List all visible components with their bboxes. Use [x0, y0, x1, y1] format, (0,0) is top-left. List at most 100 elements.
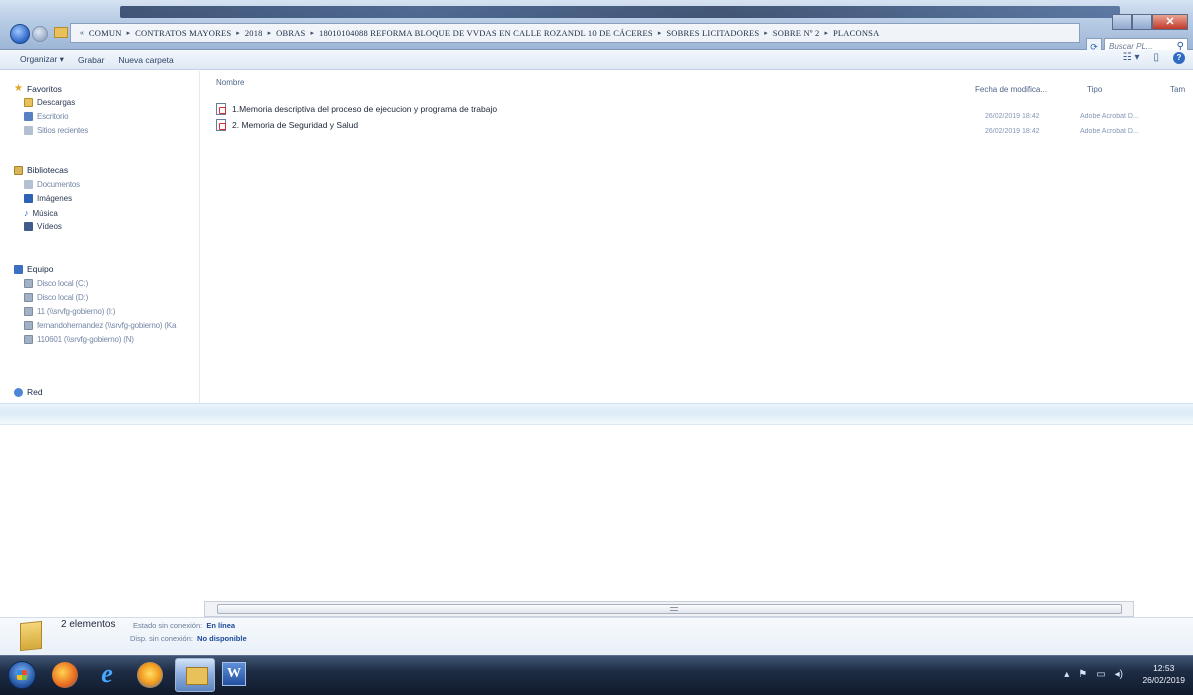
- browser-app-icon[interactable]: [52, 662, 78, 688]
- nav-drive-d[interactable]: Disco local (D:): [24, 293, 88, 302]
- network-drive-icon: [24, 321, 33, 330]
- navigation-pane: ★ Favoritos Descargas Escritorio Sitios …: [0, 71, 200, 403]
- file-type: Adobe Acrobat D...: [1080, 113, 1139, 120]
- internet-explorer-icon[interactable]: e: [94, 661, 120, 688]
- network-icon: [14, 387, 23, 397]
- column-header-modified[interactable]: Fecha de modifica...: [975, 85, 1047, 94]
- preview-pane-button[interactable]: ▯: [1153, 52, 1159, 64]
- scrollbar-thumb[interactable]: [217, 604, 1122, 614]
- chevron-right-icon[interactable]: ▸: [764, 29, 768, 37]
- minimize-button[interactable]: [1112, 14, 1132, 30]
- column-header-type[interactable]: Tipo: [1087, 85, 1102, 94]
- nav-drive-c[interactable]: Disco local (C:): [24, 279, 88, 288]
- word-icon[interactable]: W: [222, 662, 246, 686]
- nav-music[interactable]: ♪ Música: [24, 208, 58, 218]
- back-button[interactable]: [10, 24, 30, 44]
- breadcrumb-item[interactable]: CONTRATOS MAYORES: [135, 28, 231, 38]
- command-bar: Organizar ▾ Grabar Nueva carpeta ☷ ▾ ▯ ?: [0, 50, 1193, 70]
- help-icon[interactable]: ?: [1173, 52, 1185, 64]
- library-icon: [14, 165, 23, 175]
- nav-downloads[interactable]: Descargas: [24, 98, 75, 107]
- music-icon: ♪: [24, 208, 29, 218]
- file-type: Adobe Acrobat D...: [1080, 128, 1139, 135]
- chevron-right-icon[interactable]: ▸: [236, 29, 240, 37]
- start-button[interactable]: [8, 661, 36, 689]
- nav-videos[interactable]: Vídeos: [24, 222, 62, 231]
- offline-availability: Disp. sin conexión: No disponible: [130, 634, 247, 643]
- nav-desktop[interactable]: Escritorio: [24, 112, 69, 121]
- videos-icon: [24, 222, 33, 231]
- scrollbar-grip: [670, 607, 678, 611]
- tray-arrow-icon[interactable]: ▴: [1064, 669, 1069, 680]
- offline-status: Estado sin conexión: En línea: [133, 621, 236, 630]
- file-row[interactable]: 2. Memoria de Seguridad y Salud: [216, 119, 358, 131]
- forward-button[interactable]: [32, 26, 48, 42]
- pdf-file-icon: [216, 119, 226, 131]
- chevron-right-icon[interactable]: ▸: [268, 29, 272, 37]
- details-pane: 2 elementos Estado sin conexión: En líne…: [0, 617, 1193, 655]
- images-icon: [24, 194, 33, 203]
- nav-network-drive-1[interactable]: 11 (\\srvfg-gobierno) (I:): [24, 307, 115, 316]
- title-bar: « COMUN ▸ CONTRATOS MAYORES ▸ 2018 ▸ OBR…: [0, 0, 1193, 50]
- breadcrumb-item[interactable]: 18010104088 REFORMA BLOQUE DE VVDAS EN C…: [319, 28, 653, 38]
- views-button[interactable]: ☷ ▾: [1123, 52, 1140, 64]
- chevron-right-icon[interactable]: ▸: [658, 29, 662, 37]
- drive-icon: [24, 293, 33, 302]
- new-folder-button[interactable]: Nueva carpeta: [118, 55, 173, 65]
- breadcrumb-item[interactable]: SOBRES LICITADORES: [666, 28, 759, 38]
- nav-libraries[interactable]: Bibliotecas: [14, 165, 68, 175]
- file-date: 26/02/2019 18:42: [985, 128, 1040, 135]
- computer-icon: [14, 264, 23, 274]
- close-button[interactable]: ✕: [1152, 14, 1188, 30]
- network-drive-icon: [24, 307, 33, 316]
- clock-time: 12:53: [1153, 663, 1175, 673]
- nav-favorites[interactable]: ★ Favoritos: [14, 83, 62, 94]
- recent-places-icon: [24, 126, 33, 135]
- item-count: 2 elementos: [61, 619, 116, 630]
- breadcrumb-item[interactable]: COMUN: [89, 28, 122, 38]
- star-icon: ★: [14, 83, 23, 94]
- chevron-right-icon[interactable]: ▸: [127, 29, 131, 37]
- nav-network[interactable]: Red: [14, 387, 43, 397]
- file-row[interactable]: 1.Memoria descriptiva del proceso de eje…: [216, 103, 497, 115]
- file-name: 2. Memoria de Seguridad y Salud: [232, 120, 359, 130]
- volume-icon[interactable]: ◂): [1115, 669, 1123, 680]
- chevron-right-icon[interactable]: ▸: [310, 29, 314, 37]
- pane-separator: [0, 403, 1193, 425]
- breadcrumb-item[interactable]: 2018: [245, 28, 263, 38]
- folder-icon: [20, 620, 42, 652]
- downloads-folder-icon: [24, 98, 33, 107]
- file-date: 26/02/2019 18:42: [985, 113, 1040, 120]
- burn-button[interactable]: Grabar: [78, 55, 104, 65]
- file-name: 1.Memoria descriptiva del proceso de eje…: [232, 104, 498, 114]
- maximize-button[interactable]: [1132, 14, 1152, 30]
- breadcrumb-item[interactable]: PLACONSA: [833, 28, 879, 38]
- horizontal-scrollbar[interactable]: [204, 601, 1134, 617]
- nav-images[interactable]: Imágenes: [24, 194, 72, 203]
- drive-icon: [24, 279, 33, 288]
- desktop-icon: [24, 112, 33, 121]
- title-glass: [120, 6, 1120, 18]
- nav-recent[interactable]: Sitios recientes: [24, 126, 88, 135]
- network-status-icon[interactable]: ▭: [1096, 669, 1105, 680]
- address-bar[interactable]: « COMUN ▸ CONTRATOS MAYORES ▸ 2018 ▸ OBR…: [70, 23, 1080, 43]
- column-header-name[interactable]: Nombre: [216, 78, 244, 87]
- system-tray: ▴ ⚑ ▭ ◂): [1064, 669, 1123, 680]
- clock[interactable]: 12:53 26/02/2019: [1142, 662, 1185, 686]
- column-header-size[interactable]: Tam: [1170, 85, 1185, 94]
- clock-date: 26/02/2019: [1142, 675, 1185, 685]
- nav-documents[interactable]: Documentos: [24, 180, 80, 189]
- breadcrumb-item[interactable]: SOBRE Nº 2: [773, 28, 820, 38]
- organize-button[interactable]: Organizar ▾: [20, 54, 64, 65]
- breadcrumb-item[interactable]: OBRAS: [276, 28, 305, 38]
- file-explorer-icon[interactable]: [175, 658, 215, 692]
- documents-icon: [24, 180, 33, 189]
- firefox-icon[interactable]: [137, 662, 163, 688]
- chevron-right-icon[interactable]: ▸: [824, 29, 828, 37]
- network-drive-icon: [24, 335, 33, 344]
- nav-computer[interactable]: Equipo: [14, 264, 53, 274]
- flag-icon[interactable]: ⚑: [1078, 669, 1087, 680]
- nav-network-drive-2[interactable]: fernandohernandez (\\srvfg-gobierno) (Ka: [24, 321, 176, 330]
- nav-network-drive-3[interactable]: 110601 (\\srvfg-gobierno) (N): [24, 335, 134, 344]
- taskbar: e W ▴ ⚑ ▭ ◂) 12:53 26/02/2019: [0, 655, 1193, 695]
